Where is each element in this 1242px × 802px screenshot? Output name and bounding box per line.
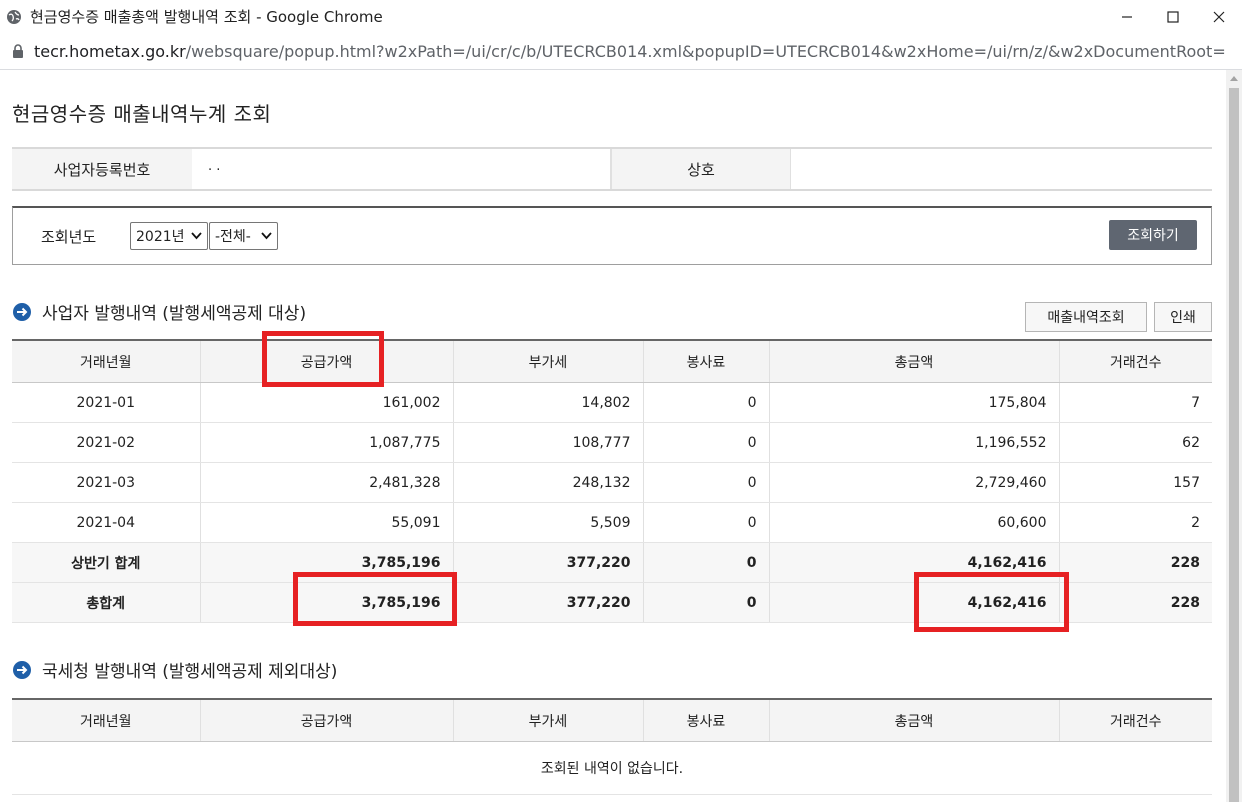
minimize-button[interactable]: [1104, 0, 1150, 33]
cell-vat: 248,132: [452, 462, 643, 503]
company-label: 상호: [612, 149, 790, 189]
section2-table: 거래년월 공급가액 부가세 봉사료 총금액 거래건수 조회된 내역이 없습니다.: [12, 698, 1212, 795]
year-label: 조회년도: [41, 228, 97, 246]
cell-supply: 55,091: [199, 502, 453, 543]
biz-no-label: 사업자등록번호: [12, 149, 192, 189]
header-cell[interactable]: 거래건수: [1058, 699, 1212, 742]
cell-count: 228: [1058, 582, 1212, 623]
header-cell[interactable]: 봉사료: [642, 340, 769, 383]
scroll-thumb[interactable]: [1229, 88, 1239, 802]
cell-total: 60,600: [768, 502, 1059, 543]
window-titlebar: 현금영수증 매출총액 발행내역 조회 - Google Chrome: [0, 0, 1242, 33]
arrow-circle-icon: [13, 660, 31, 679]
window-title: 현금영수증 매출총액 발행내역 조회 - Google Chrome: [30, 8, 383, 26]
cell-vat: 5,509: [452, 502, 643, 543]
year-select[interactable]: 2021년: [130, 222, 208, 250]
cell-label: 상반기 합계: [12, 542, 200, 583]
cell-total: 2,729,460: [768, 462, 1059, 503]
company-value: [790, 149, 1211, 189]
empty-message: 조회된 내역이 없습니다.: [12, 741, 1212, 795]
table-row: 2021-01 161,002 14,802 0 175,804 7: [12, 382, 1212, 423]
print-button[interactable]: 인쇄: [1154, 302, 1212, 332]
cell-vat: 108,777: [452, 422, 643, 463]
header-cell[interactable]: 거래년월: [12, 699, 200, 742]
cell-service: 0: [642, 422, 769, 463]
period-select[interactable]: -전체-: [209, 222, 278, 250]
lock-icon: [13, 44, 23, 58]
cell-service: 0: [642, 542, 769, 583]
page-content: 현금영수증 매출내역누계 조회 사업자등록번호 . . 상호 조회년도 2021…: [0, 70, 1226, 802]
cell-label: 총합계: [12, 582, 200, 623]
header-cell[interactable]: 총금액: [768, 699, 1059, 742]
header-cell[interactable]: 공급가액: [199, 699, 453, 742]
maximize-icon: [1167, 10, 1179, 23]
cell-service: 0: [642, 382, 769, 423]
table-header-row: 거래년월 공급가액 부가세 봉사료 총금액 거래건수: [12, 340, 1212, 383]
table-header-row: 거래년월 공급가액 부가세 봉사료 총금액 거래건수: [12, 699, 1212, 742]
biz-no-value: . .: [192, 149, 612, 189]
url-host: tecr.hometax.go.kr: [34, 41, 186, 61]
highlight-box: [262, 331, 384, 387]
arrow-circle-icon: [13, 302, 31, 321]
globe-icon: [7, 9, 21, 24]
cell-count: 157: [1058, 462, 1212, 503]
cell-supply: 1,087,775: [199, 422, 453, 463]
cell-count: 2: [1058, 502, 1212, 543]
section2-title-text: 국세청 발행내역 (발행세액공제 제외대상): [42, 662, 338, 682]
minimize-icon: [1122, 15, 1132, 18]
cell-month: 2021-01: [12, 382, 200, 423]
maximize-button[interactable]: [1150, 0, 1196, 33]
search-button[interactable]: 조회하기: [1109, 220, 1197, 250]
cell-service: 0: [642, 582, 769, 623]
table-row: 2021-03 2,481,328 248,132 0 2,729,460 15…: [12, 462, 1212, 503]
chevron-down-icon: [191, 232, 202, 240]
cell-month: 2021-04: [12, 502, 200, 543]
cell-month: 2021-03: [12, 462, 200, 503]
cell-count: 228: [1058, 542, 1212, 583]
cell-month: 2021-02: [12, 422, 200, 463]
cell-total: 1,196,552: [768, 422, 1059, 463]
header-cell[interactable]: 거래건수: [1058, 340, 1212, 383]
business-info-table: 사업자등록번호 . . 상호: [12, 147, 1212, 191]
close-icon: [1213, 11, 1225, 22]
cell-service: 0: [642, 502, 769, 543]
page-title: 현금영수증 매출내역누계 조회: [12, 102, 272, 126]
cell-service: 0: [642, 462, 769, 503]
cell-count: 7: [1058, 382, 1212, 423]
period-select-value: -전체-: [215, 229, 251, 245]
close-button[interactable]: [1196, 0, 1242, 33]
url-text: tecr.hometax.go.kr/websquare/popup.html?…: [34, 42, 1226, 61]
section1-title: 사업자 발행내역 (발행세액공제 대상): [12, 299, 306, 324]
sales-detail-button[interactable]: 매출내역조회: [1025, 302, 1147, 332]
url-path: /websquare/popup.html?w2xPath=/ui/cr/c/b…: [185, 41, 1226, 61]
chevron-down-icon: [261, 232, 272, 240]
address-bar[interactable]: tecr.hometax.go.kr/websquare/popup.html?…: [0, 33, 1242, 70]
year-select-value: 2021년: [136, 229, 185, 245]
cell-vat: 377,220: [452, 542, 643, 583]
scroll-up-icon[interactable]: [1230, 76, 1238, 81]
highlight-box: [293, 572, 457, 626]
cell-count: 62: [1058, 422, 1212, 463]
empty-row: 조회된 내역이 없습니다.: [12, 741, 1212, 795]
table-row: 2021-04 55,091 5,509 0 60,600 2: [12, 502, 1212, 543]
cell-supply: 2,481,328: [199, 462, 453, 503]
cell-vat: 377,220: [452, 582, 643, 623]
cell-total: 175,804: [768, 382, 1059, 423]
section2-title: 국세청 발행내역 (발행세액공제 제외대상): [12, 657, 337, 682]
cell-supply: 161,002: [199, 382, 453, 423]
header-cell[interactable]: 총금액: [768, 340, 1059, 383]
search-panel: 조회년도 2021년 -전체- 조회하기: [12, 206, 1212, 265]
vertical-scrollbar[interactable]: [1226, 70, 1242, 802]
header-cell[interactable]: 부가세: [452, 699, 643, 742]
table-row: 2021-02 1,087,775 108,777 0 1,196,552 62: [12, 422, 1212, 463]
header-cell[interactable]: 부가세: [452, 340, 643, 383]
header-cell[interactable]: 거래년월: [12, 340, 200, 383]
cell-vat: 14,802: [452, 382, 643, 423]
section1-title-text: 사업자 발행내역 (발행세액공제 대상): [42, 304, 307, 324]
highlight-box: [914, 572, 1069, 632]
header-cell[interactable]: 봉사료: [642, 699, 769, 742]
